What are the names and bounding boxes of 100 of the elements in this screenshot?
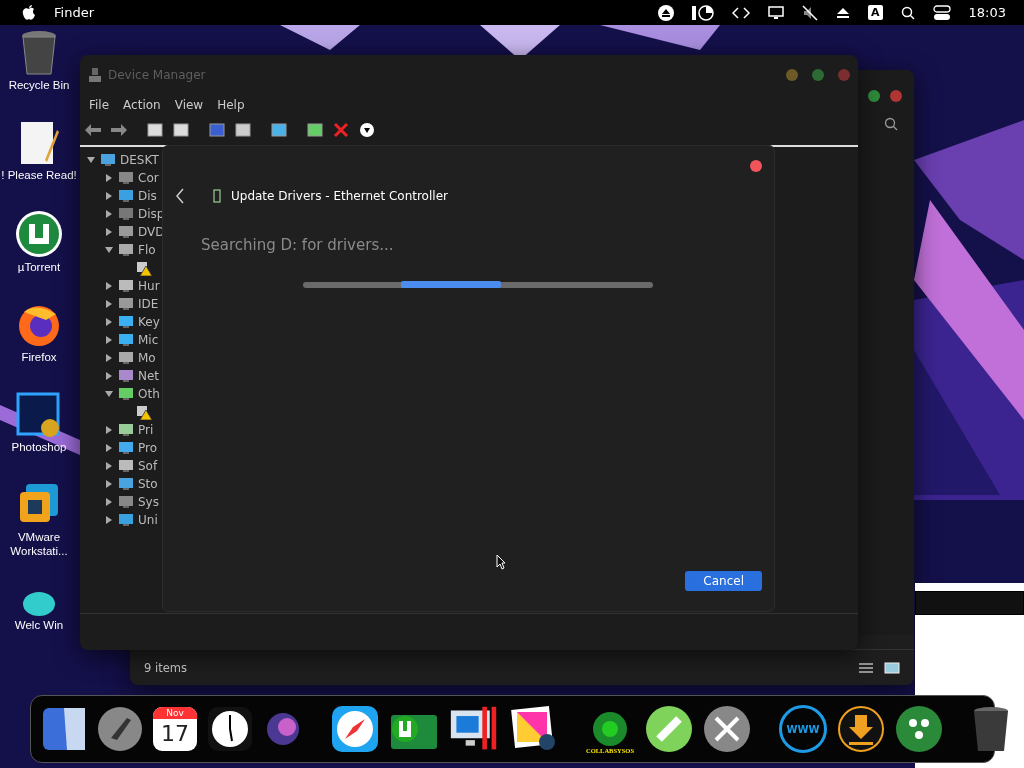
collapse-arrow-icon[interactable] (86, 155, 96, 165)
monitor-icon[interactable] (768, 5, 784, 20)
tree-item-label[interactable]: Flo (138, 243, 156, 257)
delete-icon[interactable] (332, 122, 350, 138)
device-icon (118, 441, 134, 455)
apple-logo-icon[interactable] (22, 4, 36, 21)
desktop-icon-label[interactable]: µTorrent (1, 260, 77, 274)
muted-speaker-icon[interactable] (802, 4, 818, 21)
device-icon (213, 189, 221, 203)
desktop-icon-label[interactable]: Firefox (1, 350, 77, 364)
details-view-icon[interactable] (858, 661, 874, 674)
back-chevron-icon[interactable] (175, 188, 185, 204)
warning-device-icon (136, 404, 152, 420)
eject-icon[interactable] (658, 4, 674, 21)
collapse-arrow-icon[interactable] (104, 389, 114, 399)
device-icon (118, 495, 134, 509)
compass-icon[interactable] (331, 705, 379, 753)
close-button[interactable] (750, 160, 762, 172)
desktop-icon-label[interactable]: ! Please Read! (1, 168, 77, 182)
tree-item-label[interactable]: Pri (138, 423, 154, 437)
mouse-pointer-icon (496, 554, 506, 570)
close-button[interactable] (890, 90, 902, 102)
device-icon (100, 153, 116, 167)
device-icon (118, 243, 134, 257)
toolbar-icon[interactable] (306, 122, 324, 138)
tree-item-label[interactable]: Dis (138, 189, 157, 203)
tree-item-label[interactable]: Cor (138, 171, 159, 185)
tree-item-label[interactable]: Mo (138, 351, 156, 365)
notepad-icon[interactable] (19, 120, 59, 166)
tree-item-label[interactable]: Uni (138, 513, 158, 527)
control-center-icon[interactable] (932, 4, 951, 21)
device-icon (118, 189, 134, 203)
globe-icon[interactable]: WWW (779, 705, 827, 753)
cpu-meter-icon[interactable] (692, 3, 714, 22)
tree-item-label[interactable]: Pro (138, 441, 158, 455)
tree-item-label[interactable]: IDE (138, 297, 159, 311)
tree-item-label[interactable]: Oth (138, 387, 160, 401)
device-icon (118, 351, 134, 365)
desktop-icon-label[interactable]: Photoshop (1, 440, 77, 454)
torrent-icon[interactable] (15, 210, 63, 258)
code-brackets-icon[interactable] (732, 6, 750, 19)
device-icon (118, 423, 134, 437)
item-count: 9 items (144, 660, 187, 675)
menu-item[interactable]: View (174, 98, 204, 112)
device-icon (118, 171, 134, 185)
device-icon (118, 387, 134, 401)
menu-item[interactable]: File (89, 98, 110, 112)
search-icon[interactable] (900, 5, 915, 20)
clock-icon[interactable] (207, 706, 253, 752)
zoom-button[interactable] (812, 69, 824, 81)
download-icon[interactable] (837, 705, 885, 753)
device-icon (118, 207, 134, 221)
forward-arrow-icon[interactable] (110, 122, 128, 138)
search-icon[interactable] (884, 117, 898, 131)
minimize-button[interactable] (786, 69, 798, 81)
toolbar-icon[interactable] (172, 122, 190, 138)
download-icon[interactable] (358, 122, 376, 138)
finder-icon[interactable] (41, 706, 87, 752)
tree-item-label[interactable]: Hur (138, 279, 160, 293)
desktop-icon-label[interactable]: Recycle Bin (1, 78, 77, 92)
desktop-icon-label[interactable]: Welc Win (1, 618, 77, 632)
tree-item-label[interactable]: Sto (138, 477, 158, 491)
photoshop-icon[interactable] (16, 392, 62, 438)
calendar-icon[interactable]: Nov 17 (153, 707, 197, 751)
app-name[interactable]: Finder (54, 5, 94, 20)
device-icon (118, 333, 134, 347)
toolbar-icon[interactable] (234, 122, 252, 138)
device-icon (118, 279, 134, 293)
desktop-icon-label[interactable]: VMware Workstati... (1, 530, 77, 558)
trash-can-icon[interactable] (971, 705, 1011, 753)
zoom-button[interactable] (868, 90, 880, 102)
menu-item[interactable]: Action (123, 98, 161, 112)
people-group-icon[interactable] (895, 705, 943, 753)
tree-item-label[interactable]: Mic (138, 333, 159, 347)
device-icon (118, 225, 134, 239)
cancel-button[interactable]: Cancel (685, 571, 762, 591)
clock[interactable]: 18:03 (968, 5, 1006, 20)
input-source-indicator[interactable]: A (868, 5, 883, 20)
toolbar-icon[interactable] (270, 122, 288, 138)
preview-view-icon[interactable] (884, 661, 900, 674)
window-title: Device Manager (108, 68, 206, 82)
device-icon (118, 369, 134, 383)
eject-icon[interactable] (836, 6, 850, 19)
dialog-title: Update Drivers - Ethernet Controller (231, 189, 448, 203)
photo-viewer-icon[interactable] (509, 706, 557, 752)
computer-icon (88, 67, 102, 83)
tree-item-label[interactable]: Net (138, 369, 160, 383)
search-status: Searching D: for drivers... (201, 236, 395, 254)
tree-item-label[interactable]: Key (138, 315, 160, 329)
toolbar-icon[interactable] (146, 122, 164, 138)
tree-item-label[interactable]: DESKT (120, 153, 159, 167)
device-icon (118, 477, 134, 491)
tree-item-label[interactable]: Sof (138, 459, 158, 473)
device-icon (118, 297, 134, 311)
device-icon (118, 315, 134, 329)
warning-device-icon (136, 260, 152, 276)
menu-item[interactable]: Help (217, 98, 245, 112)
back-arrow-icon[interactable] (84, 122, 102, 138)
collapse-arrow-icon[interactable] (104, 245, 114, 255)
tree-item-label[interactable]: Sys (138, 495, 159, 509)
